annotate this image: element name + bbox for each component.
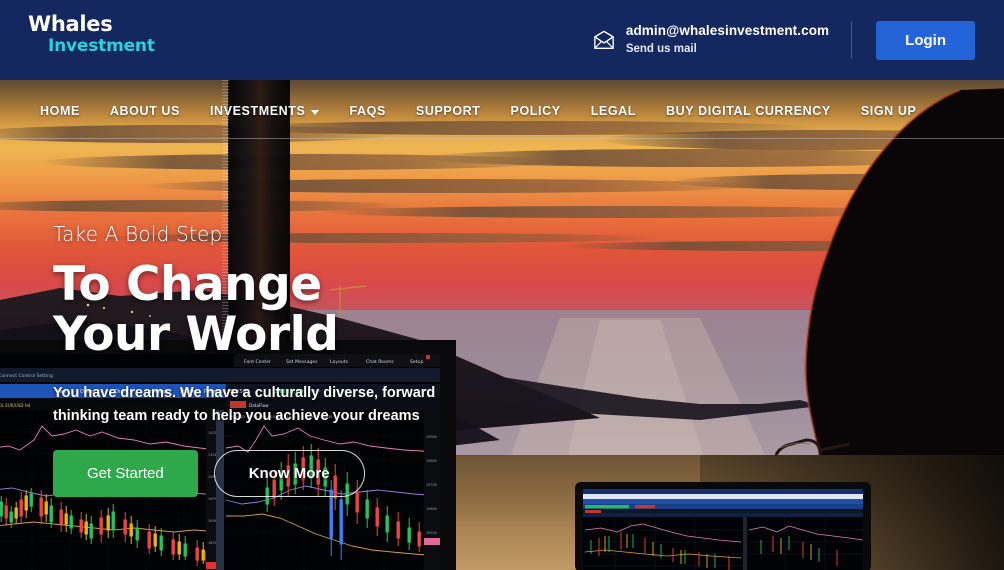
nav-label: INVESTMENTS	[209, 104, 306, 118]
nav-label: FAQS	[349, 104, 386, 118]
header-divider	[851, 21, 853, 59]
contact-email-caption: Send us mail	[625, 43, 697, 56]
contact-email-text: admin@whalesinvestment.com Send us mail	[626, 23, 829, 56]
nav-item-legal[interactable]: LEGAL	[591, 104, 636, 118]
nav-label: POLICY	[510, 104, 561, 118]
svg-text:15500: 15500	[426, 531, 437, 535]
nav-item-faqs[interactable]: FAQS	[349, 104, 385, 118]
site-header: Whales Investment admin@whalesinvestment…	[0, 0, 1004, 80]
contact-email-address: admin@whalesinvestment.com	[625, 23, 830, 39]
hero-content: Take A Bold Step To Change Your World Yo…	[53, 222, 613, 497]
get-started-button[interactable]: Get Started	[53, 450, 198, 497]
hero-headline: To Change Your World	[53, 257, 339, 362]
nav-item-home[interactable]: HOME	[40, 104, 80, 118]
hero-cta-row: Get Started Know More	[53, 450, 613, 497]
brand-name-primary: Whales	[28, 12, 113, 36]
svg-text:15600: 15600	[426, 507, 437, 511]
nav-item-sign-up[interactable]: SIGN UP	[861, 104, 917, 118]
nav-label: ABOUT US	[109, 104, 180, 118]
brand-logo[interactable]: Whales Investment	[28, 14, 155, 55]
page-root: Font Center Set Messages Layouts Chat Ro…	[0, 0, 1004, 570]
nav-label: BUY DIGITAL CURRENCY	[666, 104, 831, 118]
know-more-button[interactable]: Know More	[213, 450, 365, 497]
nav-item-about-us[interactable]: ABOUT US	[110, 104, 180, 118]
nav-label: SIGN UP	[860, 104, 917, 118]
svg-text:Connect Control Setting: Connect Control Setting	[0, 373, 53, 379]
brand-name-secondary: Investment	[48, 36, 155, 56]
chevron-down-icon	[311, 109, 320, 115]
nav-item-investments[interactable]: INVESTMENTS	[210, 104, 320, 118]
nav-label: HOME	[40, 104, 80, 118]
hero-eyebrow: Take A Bold Step	[53, 222, 223, 246]
nav-item-buy-digital-currency[interactable]: BUY DIGITAL CURRENCY	[666, 104, 831, 118]
login-button[interactable]: Login	[876, 20, 975, 60]
hero-subcopy: You have dreams. We have a culturally di…	[53, 384, 436, 424]
contact-email-block[interactable]: admin@whalesinvestment.com Send us mail	[593, 23, 851, 56]
main-navigation: HOME ABOUT US INVESTMENTS FAQS SUPPORT P…	[0, 80, 1004, 142]
header-right-cluster: admin@whalesinvestment.com Send us mail …	[593, 0, 1004, 80]
nav-label: LEGAL	[590, 104, 637, 118]
trading-monitor-right	[575, 482, 871, 570]
nav-item-support[interactable]: SUPPORT	[416, 104, 481, 118]
svg-text:VOL EUR/USD H4: VOL EUR/USD H4	[0, 403, 31, 408]
nav-item-policy[interactable]: POLICY	[511, 104, 561, 118]
nav-label: SUPPORT	[415, 104, 481, 118]
envelope-icon	[593, 30, 614, 49]
